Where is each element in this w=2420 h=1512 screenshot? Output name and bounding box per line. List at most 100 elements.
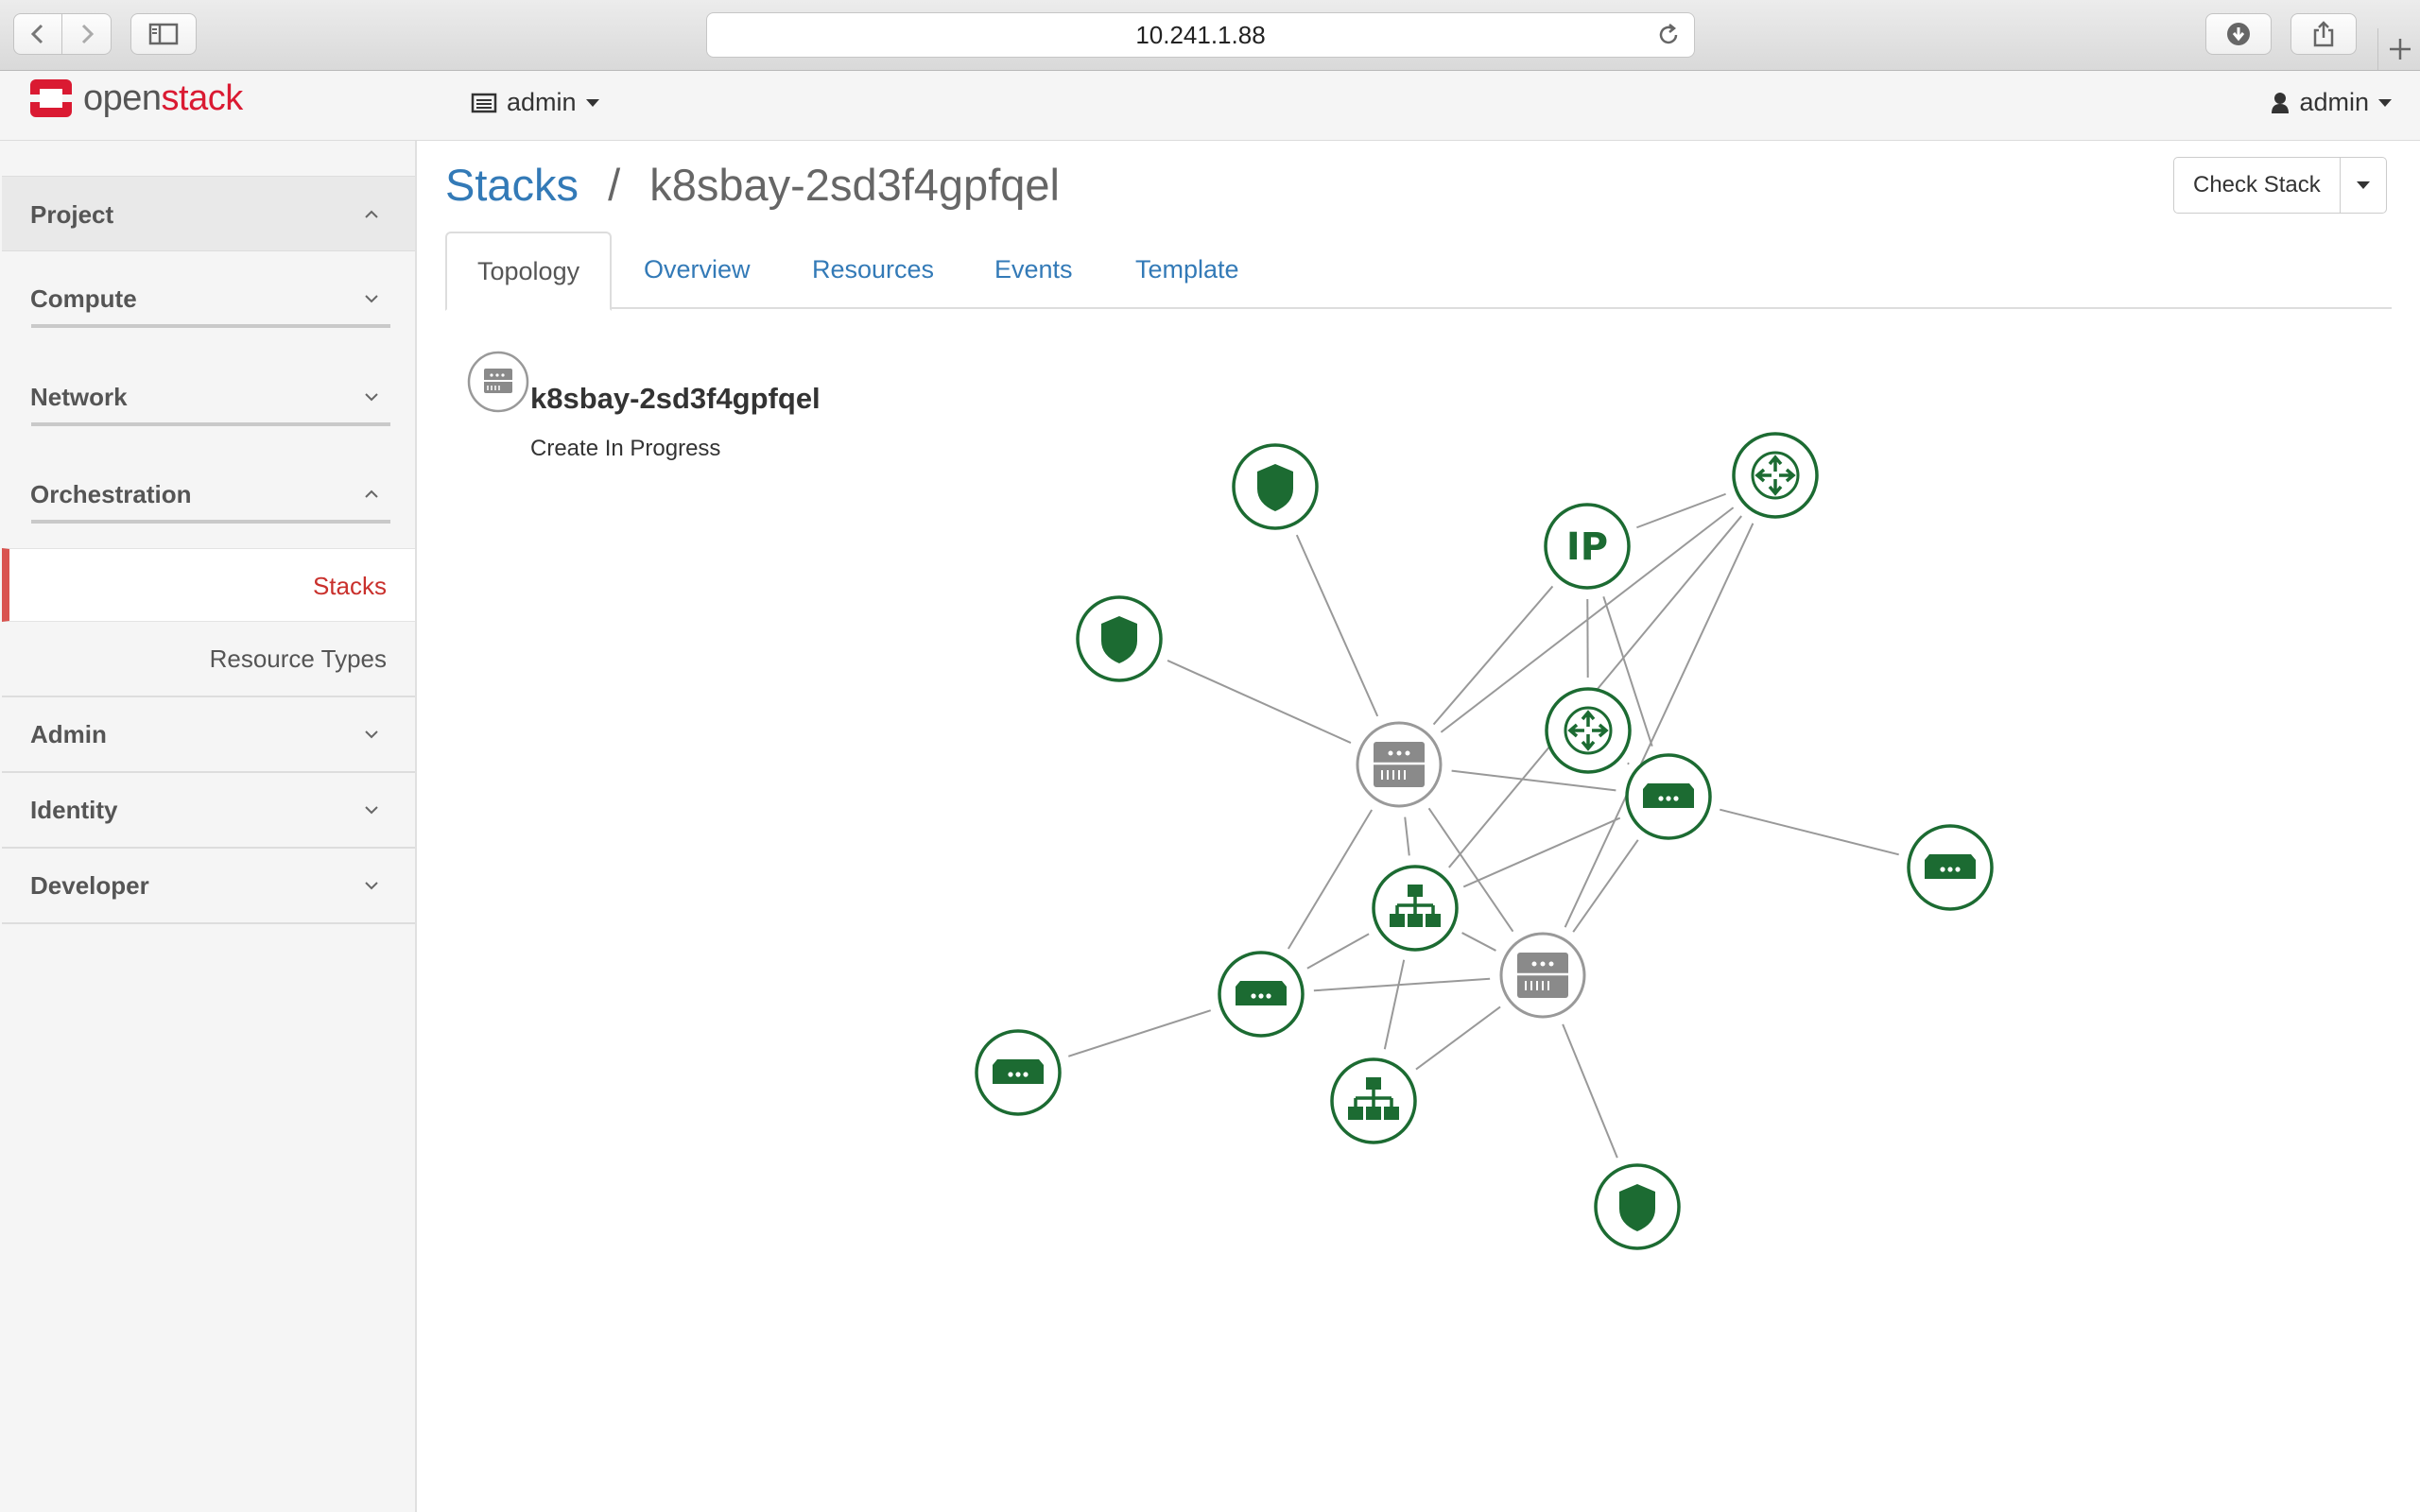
url-text: 10.241.1.88 <box>1135 21 1266 49</box>
topology-edge <box>1167 660 1352 744</box>
caret-down-icon <box>2356 181 2370 189</box>
logo-text-open: open <box>83 77 162 118</box>
topology-node-port[interactable] <box>975 1029 1062 1116</box>
chevron-down-icon <box>365 295 378 303</box>
sidebar-section-project[interactable]: Project <box>2 176 415 251</box>
user-icon <box>2272 92 2290 113</box>
logo-text-stack: stack <box>161 77 244 118</box>
sidebar-item-resource-types[interactable]: Resource Types <box>2 622 415 697</box>
sidebar-item-label: Resource Types <box>209 644 387 673</box>
topology-node-server[interactable] <box>1499 932 1586 1019</box>
sidebar-section-label: Developer <box>30 870 149 900</box>
chevron-down-icon <box>365 806 378 815</box>
browser-toolbar: 10.241.1.88 <box>0 0 2420 71</box>
history-nav <box>13 13 113 57</box>
user-dropdown[interactable]: admin <box>2271 88 2392 117</box>
topology-edge <box>1067 1009 1212 1057</box>
topology-edge <box>1432 585 1554 726</box>
node-ring <box>1545 687 1632 774</box>
chevron-up-icon <box>365 490 378 498</box>
project-dropdown[interactable]: admin <box>471 88 599 117</box>
sidebar-section-orchestration[interactable]: Orchestration <box>2 463 415 529</box>
plus-icon <box>2389 39 2411 60</box>
section-underline <box>31 324 390 328</box>
topology-edge <box>1462 816 1621 888</box>
stack-server-icon <box>467 351 529 413</box>
topology-edge <box>1720 808 1899 856</box>
sidebar-icon <box>148 23 179 45</box>
sidebar-section-compute[interactable]: Compute <box>2 267 415 334</box>
sidebar-section-label: Network <box>30 382 128 411</box>
share-button[interactable] <box>2290 13 2357 55</box>
topology-node-network[interactable] <box>1330 1057 1417 1144</box>
check-stack-button[interactable]: Check Stack <box>2174 158 2341 213</box>
caret-down-icon <box>2378 98 2392 107</box>
tab-resources[interactable]: Resources <box>812 232 934 309</box>
topology-edge <box>1636 492 1726 529</box>
back-button[interactable] <box>13 13 62 55</box>
sidebar-section-admin[interactable]: Admin <box>2 697 415 773</box>
topology-edge <box>1415 1005 1501 1071</box>
sidebar-toggle-button[interactable] <box>130 13 197 55</box>
breadcrumb-stacks-link[interactable]: Stacks <box>445 160 579 210</box>
port-icon <box>1643 783 1694 808</box>
sidebar-section-developer[interactable]: Developer <box>2 849 415 924</box>
sidebar-item-stacks[interactable]: Stacks <box>2 548 415 622</box>
topology-edge <box>1295 534 1379 717</box>
breadcrumb-separator: / <box>608 160 621 210</box>
download-icon <box>2227 23 2250 45</box>
app-header: openstack admin admin <box>0 71 2420 141</box>
sidebar-section-label: Identity <box>30 795 118 824</box>
topology-edge <box>1383 959 1406 1050</box>
topology-edge <box>1404 816 1410 856</box>
address-bar[interactable]: 10.241.1.88 <box>706 12 1695 58</box>
tab-topology[interactable]: Topology <box>445 232 613 311</box>
stack-status: Create In Progress <box>530 436 721 461</box>
port-icon <box>993 1059 1044 1084</box>
caret-down-icon <box>585 98 599 107</box>
forward-button[interactable] <box>62 13 112 55</box>
server-icon <box>1517 953 1568 998</box>
sidebar-section-label: Admin <box>30 719 107 748</box>
topology-node-floating-ip[interactable]: IP <box>1544 503 1631 590</box>
sidebar-section-label: Project <box>30 199 114 229</box>
topology-node-security-group[interactable] <box>1232 443 1319 530</box>
logo-text: openstack <box>83 78 243 119</box>
server-icon <box>1374 742 1425 787</box>
topology-node-port[interactable] <box>1218 951 1305 1038</box>
topology-node-port[interactable] <box>1625 753 1712 840</box>
new-tab-button[interactable] <box>2377 28 2420 70</box>
topology-edge <box>1572 839 1639 933</box>
ip-label: IP <box>1566 525 1608 569</box>
chevron-down-icon <box>365 730 378 739</box>
topology-node-security-group[interactable] <box>1594 1163 1681 1250</box>
chevron-left-icon <box>30 24 43 44</box>
downloads-button[interactable] <box>2205 13 2272 55</box>
project-label: admin <box>507 88 577 116</box>
chevron-down-icon <box>365 882 378 890</box>
sidebar-section-identity[interactable]: Identity <box>2 773 415 849</box>
topology-node-server[interactable] <box>1356 721 1443 808</box>
stack-tabs: Topology Overview Resources Events Templ… <box>445 232 2392 311</box>
actions-dropdown-toggle[interactable] <box>2341 158 2386 213</box>
openstack-logo[interactable]: openstack <box>28 76 243 121</box>
tab-template[interactable]: Template <box>1135 232 1239 309</box>
tab-overview[interactable]: Overview <box>644 232 751 309</box>
topology-node-router[interactable] <box>1732 432 1819 519</box>
topology-edge <box>1562 1023 1618 1159</box>
tab-events[interactable]: Events <box>994 232 1073 309</box>
topology-node-network[interactable] <box>1372 865 1459 952</box>
floating-ip-icon: IP <box>1566 525 1608 569</box>
port-icon <box>1236 981 1287 1005</box>
topology-edge <box>1287 809 1374 950</box>
topology-node-security-group[interactable] <box>1076 595 1163 682</box>
share-icon <box>2313 21 2334 47</box>
stack-name: k8sbay-2sd3f4gpfqel <box>530 382 821 415</box>
node-ring <box>1732 432 1819 519</box>
reload-icon[interactable] <box>1656 23 1681 47</box>
sidebar-section-network[interactable]: Network <box>2 366 415 432</box>
chevron-right-icon <box>81 24 94 44</box>
section-underline <box>31 422 390 426</box>
topology-node-router[interactable] <box>1545 687 1632 774</box>
topology-node-port[interactable] <box>1907 824 1994 911</box>
